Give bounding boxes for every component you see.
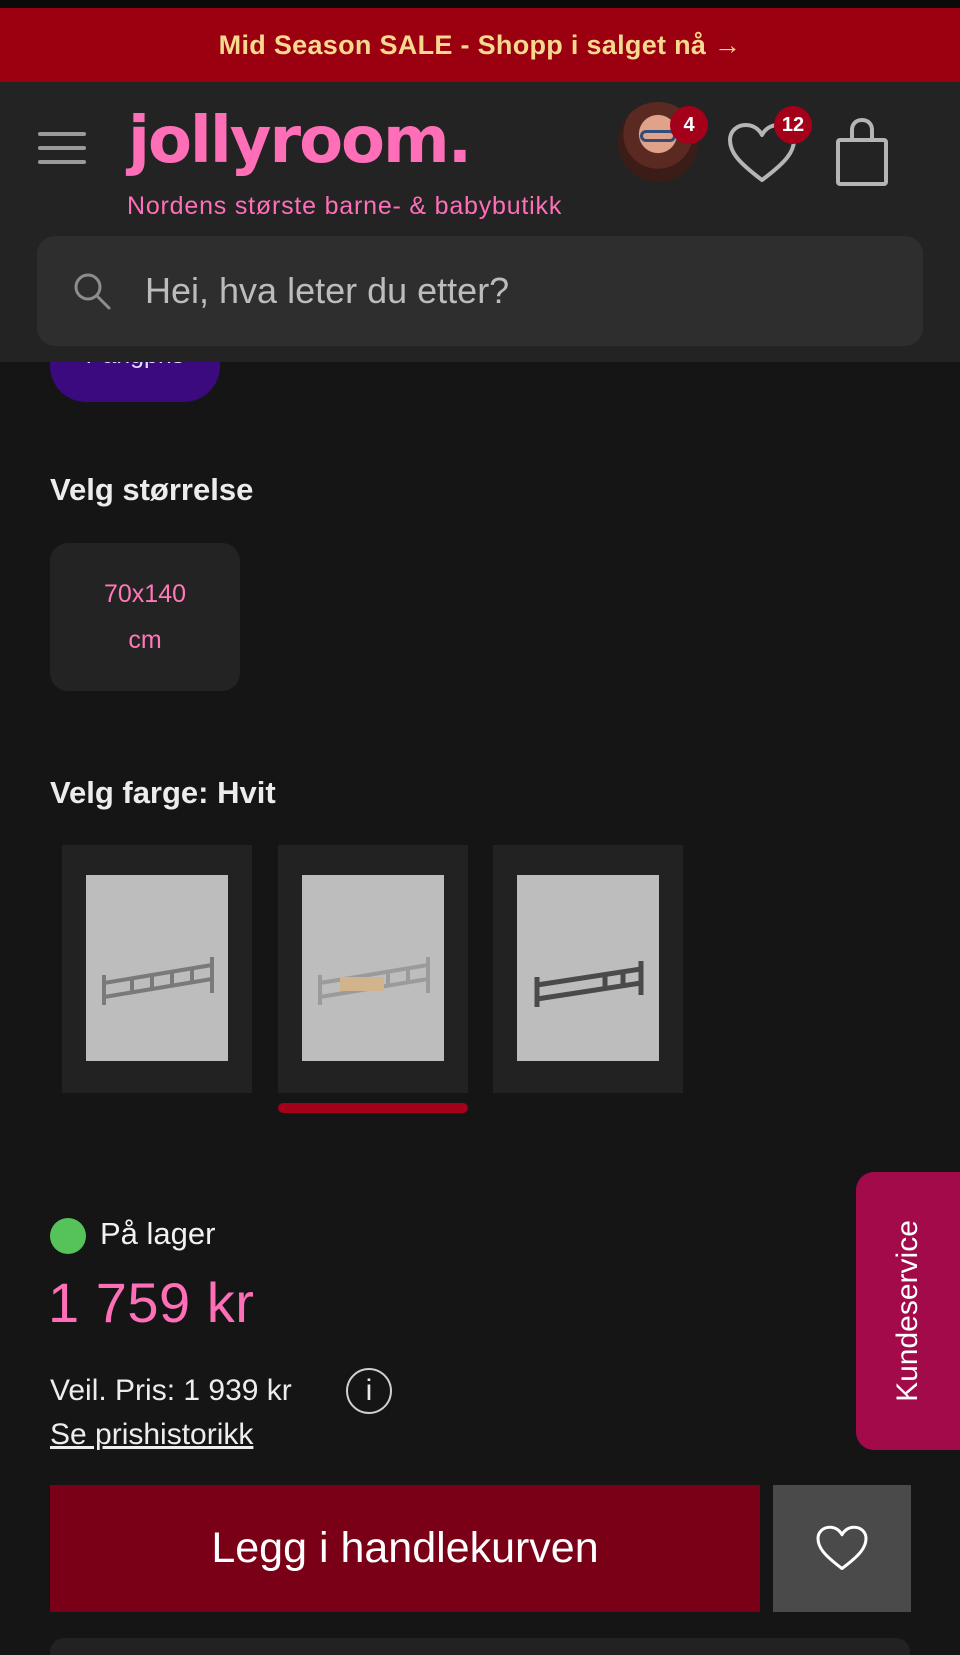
recommended-price: Veil. Pris: 1 939 kr bbox=[50, 1374, 292, 1407]
customer-service-tab[interactable]: Kundeservice bbox=[856, 1172, 960, 1450]
site-logo[interactable]: jollyroom. bbox=[128, 104, 472, 178]
add-to-wishlist-button[interactable] bbox=[773, 1485, 911, 1612]
next-section-edge bbox=[50, 1638, 910, 1655]
bed-icon bbox=[318, 957, 430, 1005]
promo-banner[interactable]: Mid Season SALE - Shopp i salget nå → bbox=[0, 8, 960, 82]
bed-icon bbox=[102, 957, 214, 1005]
product-price: 1 759 kr bbox=[48, 1271, 255, 1334]
selected-swatch-indicator bbox=[278, 1103, 468, 1113]
site-header: jollyroom. Nordens største barne- & baby… bbox=[0, 82, 960, 362]
account-badge: 4 bbox=[670, 106, 708, 144]
info-icon[interactable]: i bbox=[346, 1368, 392, 1414]
search-bar[interactable] bbox=[37, 236, 923, 346]
price-history-link[interactable]: Se prishistorikk bbox=[50, 1418, 253, 1452]
color-swatch-white[interactable] bbox=[278, 845, 468, 1093]
menu-icon[interactable] bbox=[38, 130, 88, 166]
color-swatch-grey[interactable] bbox=[62, 845, 252, 1093]
color-swatch-dark-grey[interactable] bbox=[493, 845, 683, 1093]
size-heading: Velg størrelse bbox=[50, 472, 254, 507]
in-stock-indicator bbox=[50, 1218, 86, 1254]
bed-icon bbox=[534, 961, 644, 1007]
size-option-line-1: 70x140 bbox=[103, 580, 187, 608]
color-heading: Velg farge: Hvit bbox=[50, 775, 276, 810]
wishlist-badge: 12 bbox=[774, 106, 812, 144]
customer-service-label: Kundeservice bbox=[891, 1220, 924, 1402]
add-to-cart-button[interactable]: Legg i handlekurven bbox=[50, 1485, 760, 1612]
stock-status: På lager bbox=[100, 1216, 216, 1251]
site-tagline: Nordens største barne- & babybutikk bbox=[127, 192, 563, 220]
search-icon bbox=[74, 273, 111, 310]
size-option-line-2: cm bbox=[128, 626, 162, 654]
cart-button[interactable] bbox=[832, 117, 892, 188]
promo-text[interactable]: Mid Season SALE - Shopp i salget nå → bbox=[219, 30, 742, 61]
search-input[interactable] bbox=[145, 270, 845, 312]
status-strip bbox=[0, 0, 960, 8]
heart-icon bbox=[816, 1525, 868, 1570]
size-option[interactable]: 70x140 cm bbox=[50, 543, 240, 691]
shopping-bag-icon bbox=[836, 117, 888, 186]
